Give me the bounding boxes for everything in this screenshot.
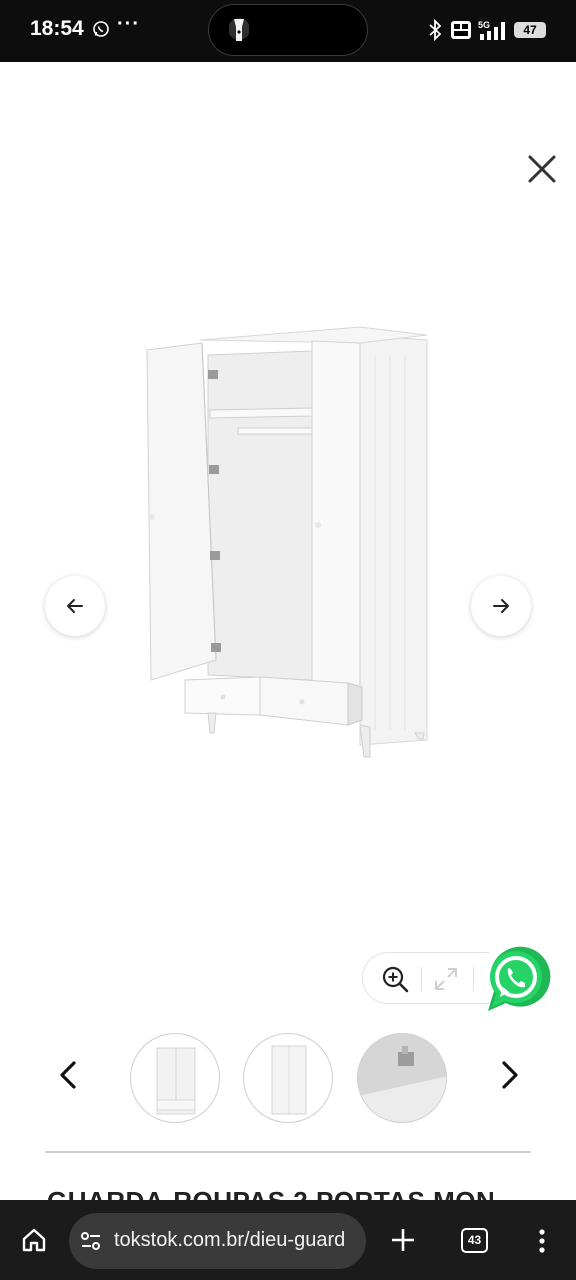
status-time: 18:54 bbox=[30, 17, 84, 40]
thumbnail-hinge-detail[interactable] bbox=[357, 1033, 447, 1123]
bluetooth-icon bbox=[429, 19, 442, 41]
arrow-right-icon bbox=[493, 599, 509, 613]
toolbar-separator bbox=[421, 967, 422, 991]
chevron-right-icon[interactable] bbox=[494, 1058, 524, 1092]
more-notifications-indicator: ··· bbox=[117, 13, 140, 35]
status-bar: 18:54 ··· 5G 47 bbox=[0, 0, 576, 62]
toolbar-separator bbox=[473, 967, 474, 991]
whatsapp-chat-button[interactable] bbox=[478, 941, 554, 1017]
zoom-in-icon[interactable] bbox=[381, 965, 409, 993]
browser-toolbar: tokstok.com.br/dieu-guard 43 bbox=[0, 1200, 576, 1280]
new-tab-icon[interactable] bbox=[390, 1227, 416, 1253]
network-label: 5G bbox=[478, 20, 490, 30]
close-icon[interactable] bbox=[526, 153, 558, 185]
menu-icon[interactable] bbox=[536, 1228, 548, 1254]
status-icons: 5G 47 bbox=[426, 18, 546, 42]
gallery-prev-button[interactable] bbox=[45, 576, 105, 636]
gallery-next-button[interactable] bbox=[471, 576, 531, 636]
thumbnail-image bbox=[358, 1034, 446, 1122]
battery-icon: 47 bbox=[514, 22, 546, 38]
tabs-button[interactable]: 43 bbox=[461, 1228, 488, 1253]
section-divider bbox=[45, 1151, 531, 1153]
chevron-left-icon[interactable] bbox=[54, 1058, 84, 1092]
expand-icon[interactable] bbox=[433, 966, 459, 992]
signal-icon: 5G bbox=[478, 20, 505, 40]
site-settings-icon[interactable] bbox=[79, 1229, 103, 1253]
dynamic-island bbox=[208, 4, 368, 56]
product-image bbox=[146, 326, 428, 758]
home-icon[interactable] bbox=[20, 1226, 48, 1254]
torch-icon bbox=[229, 18, 249, 41]
thumbnail-image bbox=[156, 1047, 196, 1115]
url-text: tokstok.com.br/dieu-guard bbox=[114, 1229, 346, 1251]
thumbnail-image bbox=[271, 1045, 307, 1115]
arrow-left-icon bbox=[67, 599, 83, 613]
thumbnail-wardrobe-side[interactable] bbox=[243, 1033, 333, 1123]
address-bar[interactable]: tokstok.com.br/dieu-guard bbox=[69, 1213, 366, 1269]
whatsapp-icon bbox=[93, 21, 109, 37]
thumbnail-wardrobe-front[interactable] bbox=[130, 1033, 220, 1123]
volte-icon bbox=[451, 21, 471, 39]
